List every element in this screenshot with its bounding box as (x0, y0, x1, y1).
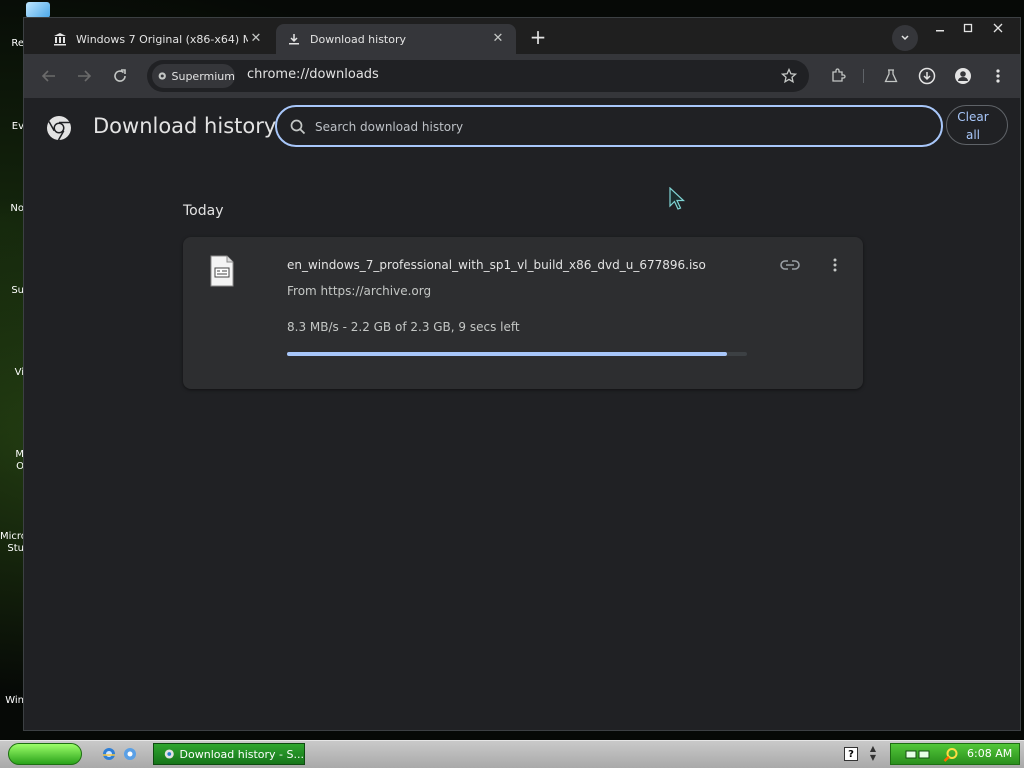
taskbar: Download history - S... ? ▲ ▼ 6:08 AM (0, 740, 1024, 768)
back-button[interactable] (37, 64, 61, 88)
browser-window: Windows 7 Original (x86-x64) MSI ✕ Downl… (23, 17, 1021, 731)
desktop-icon-label[interactable]: Win (0, 695, 24, 706)
download-item: en_windows_7_professional_with_sp1_vl_bu… (183, 237, 863, 389)
start-button[interactable] (8, 743, 82, 765)
desktop-icon-label[interactable]: Su (0, 285, 24, 296)
help-icon[interactable]: ? (844, 747, 858, 761)
browser-quicklaunch-icon[interactable] (122, 746, 138, 762)
download-status: 8.3 MB/s - 2.2 GB of 2.3 GB, 9 secs left (287, 320, 520, 334)
close-window-button[interactable] (984, 20, 1012, 38)
tab-strip: Windows 7 Original (x86-x64) MSI ✕ Downl… (24, 18, 1020, 54)
download-icon (286, 31, 302, 47)
clock[interactable]: 6:08 AM (967, 747, 1012, 760)
url-text[interactable]: chrome://downloads (247, 67, 379, 82)
bookmark-star-icon[interactable] (779, 66, 799, 86)
tab-title: Download history (310, 32, 407, 46)
toolbar-divider (863, 69, 864, 83)
downloads-icon[interactable] (915, 64, 939, 88)
download-progress-bar (287, 352, 747, 356)
search-box[interactable] (275, 105, 943, 147)
menu-kebab-icon[interactable] (986, 64, 1010, 88)
download-file-name[interactable]: en_windows_7_professional_with_sp1_vl_bu… (287, 258, 706, 272)
download-source: From https://archive.org (287, 284, 432, 298)
tray-search-icon[interactable] (943, 747, 959, 763)
clear-all-button[interactable]: Clear all (946, 105, 1008, 145)
mouse-cursor-icon (669, 187, 686, 210)
page-header: Download history Clear all (24, 98, 1020, 158)
archive-icon (52, 31, 68, 47)
disc-image-file-icon (210, 255, 234, 287)
desktop-recycle-icon[interactable] (26, 2, 50, 18)
extensions-icon[interactable] (826, 64, 850, 88)
site-chip-label: Supermium (171, 69, 236, 83)
desktop-icon-label[interactable]: O (0, 461, 24, 472)
reload-button[interactable] (108, 64, 132, 88)
more-actions-icon[interactable] (825, 254, 845, 276)
tab-windows-7[interactable]: Windows 7 Original (x86-x64) MSI ✕ (42, 24, 274, 54)
date-section-label: Today (183, 203, 224, 219)
tray-expand-icon[interactable]: ▲ ▼ (867, 744, 879, 764)
copy-link-icon[interactable] (779, 254, 801, 276)
search-input[interactable] (313, 115, 917, 139)
desktop-icon-label[interactable]: Micro (0, 531, 24, 542)
browser-toolbar: Supermium chrome://downloads (24, 54, 1020, 98)
taskbar-item-browser[interactable]: Download history - S... (153, 743, 305, 765)
desktop-icon-label[interactable]: Vi (0, 367, 24, 378)
address-bar[interactable]: Supermium chrome://downloads (147, 60, 809, 92)
supermium-icon (158, 72, 166, 80)
minimize-button[interactable] (926, 20, 954, 38)
site-info-chip[interactable]: Supermium (152, 64, 235, 88)
tab-download-history[interactable]: Download history ✕ (276, 24, 516, 54)
downloads-page: Download history Clear all Today en_wind… (24, 98, 1020, 730)
system-tray: 6:08 AM (890, 743, 1020, 765)
close-icon[interactable]: ✕ (490, 31, 506, 47)
desktop-icon-label[interactable]: Ev (0, 121, 24, 132)
chrome-logo-icon (47, 116, 71, 141)
forward-button[interactable] (72, 64, 96, 88)
tab-search-button[interactable] (892, 25, 918, 51)
desktop-icon-label[interactable]: Stu (0, 543, 24, 554)
search-icon (290, 119, 306, 135)
new-tab-button[interactable]: + (526, 27, 550, 49)
network-icon[interactable] (905, 748, 933, 760)
labs-flask-icon[interactable] (879, 64, 903, 88)
desktop-icon-label[interactable]: M (0, 449, 24, 460)
tab-title: Windows 7 Original (x86-x64) MSI (76, 32, 248, 46)
supermium-icon (164, 749, 174, 759)
internet-explorer-icon[interactable] (101, 746, 117, 762)
page-title: Download history (93, 114, 277, 138)
download-progress-fill (287, 352, 728, 356)
desktop-icon-label[interactable]: Re (0, 38, 24, 49)
taskbar-item-label: Download history - S... (179, 747, 304, 761)
maximize-button[interactable] (954, 20, 982, 38)
desktop-icon-label[interactable]: No (0, 203, 24, 214)
profile-icon[interactable] (951, 64, 975, 88)
close-icon[interactable]: ✕ (248, 31, 264, 47)
